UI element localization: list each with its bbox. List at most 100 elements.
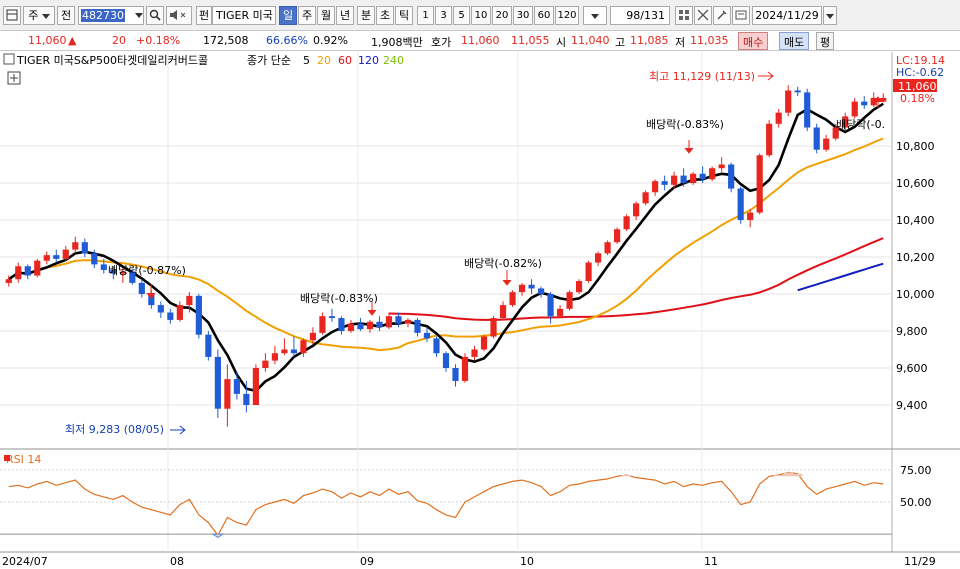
candle-body <box>34 260 41 276</box>
candle-body <box>528 284 535 289</box>
buy-button[interactable]: 매수 <box>738 32 769 50</box>
candle-body <box>813 127 820 150</box>
y-tick-label: 9,800 <box>896 325 928 338</box>
rsi-swatch <box>4 455 10 461</box>
rsi-label: RSI 14 <box>6 453 41 466</box>
candle-body <box>423 332 431 339</box>
tools-icon[interactable] <box>732 6 750 25</box>
page-counter: 98/131 <box>610 6 670 25</box>
count-button[interactable]: 20 <box>492 6 512 25</box>
candle-body <box>566 292 573 309</box>
candle-body <box>176 305 183 320</box>
candle-body <box>262 360 269 368</box>
candle-body <box>471 349 478 357</box>
avg-button[interactable]: 평 <box>816 32 835 50</box>
high-label: 고 <box>615 36 626 49</box>
search-icon[interactable] <box>146 6 164 25</box>
low-annotation: 최저 9,283 (08/05) <box>65 423 164 436</box>
candle-body <box>823 138 830 150</box>
mode-label: 주 <box>28 9 39 22</box>
candle-body <box>24 266 31 276</box>
toolbar: 주 전 482730 펀 TIGER 미국 일 주 월 년 분 초 틱 1 3 … <box>0 0 960 31</box>
candle-body <box>290 349 298 354</box>
trade-amount: 1,908백만 <box>371 36 423 49</box>
candle-body <box>623 216 630 230</box>
candle-body <box>404 319 412 324</box>
tab-period-tick[interactable]: 틱 <box>395 6 413 25</box>
open-label: 시 <box>556 36 567 49</box>
count-button[interactable]: 60 <box>534 6 554 25</box>
candle-body <box>15 266 22 280</box>
quote-bar: 11,060 ▲ 20 +0.18% 172,508 66.66% 0.92% … <box>0 31 960 51</box>
count-button[interactable]: 5 <box>453 6 470 25</box>
count-button[interactable]: 1 <box>417 6 434 25</box>
fund-button[interactable]: 펀 <box>196 6 212 25</box>
candle-body <box>490 318 497 337</box>
mode-select[interactable]: 주 <box>23 6 55 25</box>
candle-body <box>167 312 174 320</box>
rsi-overbought-fill <box>621 475 632 477</box>
chevron-down-icon <box>591 13 599 19</box>
price-chart[interactable]: 9,400 9,600 9,800 10,000 10,200 10,400 10,600 1… <box>0 52 960 569</box>
chart-area[interactable]: 9,400 9,600 9,800 10,000 10,200 10,400 10,600 1… <box>0 52 960 569</box>
candle-body <box>671 175 678 185</box>
candle-body <box>861 101 868 106</box>
tab-period-month[interactable]: 월 <box>317 6 335 25</box>
y-tick-label: 10,800 <box>896 140 935 153</box>
low-price: 11,035 <box>690 34 729 47</box>
name-field[interactable]: TIGER 미국 <box>212 6 276 25</box>
candle-body <box>690 173 697 183</box>
candle-body <box>699 173 706 180</box>
grid-icon[interactable] <box>675 6 693 25</box>
candle-body <box>224 379 231 409</box>
date-input[interactable]: 2024/11/29 <box>752 6 822 25</box>
tab-period-week[interactable]: 주 <box>298 6 316 25</box>
count-button[interactable]: 10 <box>471 6 491 25</box>
tab-period-second[interactable]: 초 <box>376 6 394 25</box>
chart-title: TIGER 미국S&P500타겟데일리커버드콜 <box>16 53 208 67</box>
layout-icon[interactable] <box>3 6 21 25</box>
count-button[interactable]: 120 <box>555 6 579 25</box>
candle-body <box>328 316 336 319</box>
legend-toggle-icon[interactable] <box>3 53 15 65</box>
candle-body <box>575 281 583 293</box>
candle-body <box>614 229 621 243</box>
candle-body <box>556 308 564 317</box>
zoom-fit-icon[interactable] <box>694 6 712 25</box>
candle-body <box>509 292 516 306</box>
sell-button[interactable]: 매도 <box>779 32 810 50</box>
price-change: 20 <box>112 34 126 47</box>
candle-body <box>157 305 164 313</box>
candle-body <box>680 175 687 183</box>
rsi-tick-label: 50.00 <box>900 496 932 509</box>
dividend-note-1: 배당락(-0.87%) <box>108 264 186 277</box>
candle-body <box>347 323 355 331</box>
calendar-dropdown[interactable] <box>823 6 837 25</box>
candle-body <box>433 338 440 354</box>
prev-button[interactable]: 전 <box>57 6 75 25</box>
candle-body <box>766 123 773 156</box>
ma20-label: 20 <box>317 54 331 67</box>
tab-period-minute[interactable]: 분 <box>357 6 375 25</box>
code-dropdown[interactable] <box>133 6 145 25</box>
y-tick-label: 10,000 <box>896 288 935 301</box>
rsi-overbought-fill <box>783 472 793 477</box>
settings-icon[interactable] <box>713 6 731 25</box>
dividend-note-3: 배당락(-0.82%) <box>464 257 542 270</box>
y-tick-label: 9,600 <box>896 362 928 375</box>
candle-body <box>319 316 326 333</box>
x-tick-label: 08 <box>170 555 184 568</box>
count-button[interactable]: 30 <box>513 6 533 25</box>
sound-icon[interactable] <box>166 6 192 25</box>
chevron-down-icon <box>826 13 834 19</box>
candle-body <box>442 353 450 368</box>
candle-body <box>186 295 193 306</box>
interval-dropdown[interactable] <box>583 6 607 25</box>
turnover-ratio: 0.92% <box>313 34 348 47</box>
tab-period-year[interactable]: 년 <box>336 6 354 25</box>
up-arrow-icon: ▲ <box>68 34 77 47</box>
ma5-label: 5 <box>303 54 310 67</box>
tab-period-day[interactable]: 일 <box>279 6 297 25</box>
rsi-overbought-fill <box>792 473 803 477</box>
count-button[interactable]: 3 <box>435 6 452 25</box>
